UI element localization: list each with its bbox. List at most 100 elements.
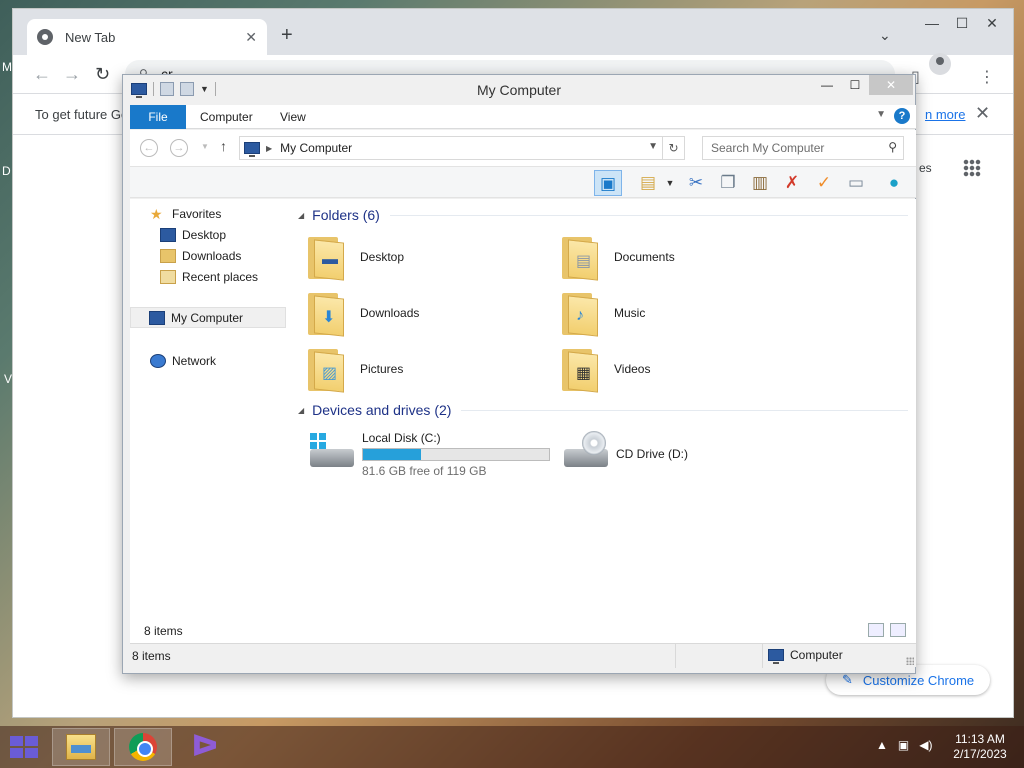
desktop-icon-label-partial[interactable]: M [2, 60, 12, 74]
folder-label: Music [614, 306, 646, 320]
address-row: ← → ▼ ↑ ▶ My Computer ▼ ↻ ⚲ [130, 130, 916, 166]
recent-locations-chevron-icon[interactable]: ▼ [196, 139, 214, 157]
details-item-count: 8 items [132, 649, 171, 663]
volume-icon[interactable]: ◀) [919, 738, 932, 752]
new-tab-button[interactable]: + [281, 25, 293, 45]
delete-icon[interactable]: ✗ [778, 170, 806, 196]
address-bar[interactable]: ▶ My Computer ▼ ↻ [239, 136, 685, 160]
forward-arrow-icon[interactable]: → [63, 65, 81, 83]
downloads-folder-icon [160, 248, 176, 263]
tab-view[interactable]: View [280, 105, 306, 129]
music-folder-icon: ♪ [562, 291, 600, 337]
folder-tile-videos[interactable]: ▦ Videos [562, 343, 812, 395]
explorer-minimize-button[interactable]: — [813, 75, 841, 95]
clock[interactable]: 11:13 AM 2/17/2023 [948, 732, 1012, 762]
collapse-triangle-icon[interactable]: ◢ [298, 211, 304, 220]
folders-group-title: Folders (6) [312, 207, 380, 223]
tab-computer[interactable]: Computer [200, 105, 253, 129]
info-bar-learn-more-link[interactable]: n more [925, 107, 965, 122]
clock-time: 11:13 AM [955, 732, 1005, 746]
expand-ribbon-chevron-icon[interactable]: ▼ [876, 109, 886, 120]
chrome-maximize-button[interactable]: ☐ [947, 13, 977, 33]
globe-icon[interactable]: ● [880, 170, 908, 196]
details-zone: Computer [768, 648, 843, 664]
tab-file[interactable]: File [130, 105, 186, 129]
collapse-triangle-icon[interactable]: ◢ [298, 406, 304, 415]
details-bar: 8 items Computer [130, 643, 916, 668]
select-dropdown-chevron-icon[interactable]: ▼ [656, 170, 684, 196]
drive-tile-cd-drive[interactable]: CD Drive (D:) [562, 431, 688, 471]
desktop-folder-icon: ▬ [308, 235, 346, 281]
breadcrumb-chevron-icon[interactable]: ▶ [266, 144, 272, 153]
chrome-favicon-icon [37, 29, 53, 45]
back-arrow-icon[interactable]: ← [33, 65, 51, 83]
documents-folder-icon: ▤ [562, 235, 600, 281]
shortcut-text-partial[interactable]: es [919, 161, 932, 175]
details-view-icon[interactable] [868, 623, 884, 637]
status-bar: 8 items [130, 619, 916, 643]
address-dropdown-chevron-icon[interactable]: ▼ [648, 141, 658, 152]
show-hidden-icons-chevron-icon[interactable]: ▲ [876, 738, 888, 752]
tab-close-icon[interactable]: ✕ [245, 29, 257, 46]
drive-free-space: 81.6 GB free of 119 GB [362, 464, 487, 478]
profile-avatar-icon[interactable] [929, 53, 951, 75]
nav-item-my-computer[interactable]: My Computer [130, 307, 286, 328]
search-input[interactable] [703, 137, 873, 159]
cut-icon[interactable]: ✂ [682, 170, 710, 196]
desktop-icon-label-partial[interactable]: D [2, 164, 11, 178]
rename-icon[interactable]: ▭ [842, 170, 870, 196]
network-icon[interactable]: ▣ [898, 738, 909, 752]
folder-tile-documents[interactable]: ▤ Documents [562, 231, 812, 283]
paste-icon[interactable]: ▥ [746, 170, 774, 196]
reload-icon[interactable]: ↻ [95, 65, 110, 83]
chrome-tab-new-tab[interactable]: New Tab ✕ [27, 19, 267, 55]
tab-search-icon[interactable]: ⌄ [879, 27, 891, 44]
pencil-icon: ✎ [842, 672, 853, 687]
google-apps-icon[interactable] [963, 159, 981, 177]
resize-grip-icon[interactable] [906, 657, 914, 665]
explorer-close-button[interactable]: ✕ [869, 75, 913, 95]
large-icons-view-icon[interactable] [890, 623, 906, 637]
chrome-minimize-button[interactable]: — [917, 13, 947, 33]
taskbar-visual-studio[interactable]: ᐅ [176, 728, 234, 766]
nav-item-downloads[interactable]: Downloads [130, 245, 286, 266]
help-icon[interactable]: ? [894, 108, 910, 124]
desktop-icon-label-partial[interactable]: V [4, 372, 12, 386]
explorer-title: My Computer [476, 82, 562, 98]
recent-places-icon [160, 269, 176, 284]
folder-tile-desktop[interactable]: ▬ Desktop [308, 231, 558, 283]
nav-item-network[interactable]: Network [130, 350, 286, 371]
copy-icon[interactable]: ❐ [714, 170, 742, 196]
info-bar-close-icon[interactable]: ✕ [975, 103, 990, 124]
folder-label: Downloads [360, 306, 420, 320]
devices-group-header[interactable]: ◢ Devices and drives (2) [298, 402, 908, 418]
folder-tile-pictures[interactable]: ▨ Pictures [308, 343, 558, 395]
up-arrow-icon[interactable]: ↑ [220, 138, 227, 154]
back-arrow-icon[interactable]: ← [140, 139, 158, 157]
chrome-close-button[interactable]: ✕ [977, 13, 1007, 33]
nav-item-desktop[interactable]: Desktop [130, 224, 286, 245]
taskbar-file-explorer[interactable] [52, 728, 110, 766]
nav-item-recent-places[interactable]: Recent places [130, 266, 286, 287]
drive-label: Local Disk (C:) [362, 431, 441, 445]
forward-arrow-icon[interactable]: → [170, 139, 188, 157]
taskbar-chrome[interactable] [114, 728, 172, 766]
search-icon[interactable]: ⚲ [888, 140, 897, 154]
folder-tile-downloads[interactable]: ⬇ Downloads [308, 287, 558, 339]
refresh-icon[interactable]: ↻ [662, 137, 684, 159]
nav-item-label: Network [172, 353, 217, 368]
devices-group-title: Devices and drives (2) [312, 402, 452, 418]
drive-tile-local-disk[interactable]: Local Disk (C:) 81.6 GB free of 119 GB [308, 431, 550, 478]
preview-pane-icon[interactable]: ▣ [594, 170, 622, 196]
folders-group-header[interactable]: ◢ Folders (6) [298, 207, 908, 223]
cd-drive-icon [562, 431, 610, 471]
chrome-icon [129, 733, 157, 761]
check-icon[interactable]: ✓ [810, 170, 838, 196]
explorer-maximize-button[interactable]: ☐ [841, 75, 869, 95]
drive-label: CD Drive (D:) [616, 447, 688, 461]
nav-item-favorites[interactable]: ★ Favorites [130, 203, 286, 224]
chrome-menu-icon[interactable]: ⋮ [979, 67, 995, 87]
start-button[interactable] [10, 736, 38, 758]
hard-drive-icon [308, 431, 356, 471]
folder-tile-music[interactable]: ♪ Music [562, 287, 812, 339]
